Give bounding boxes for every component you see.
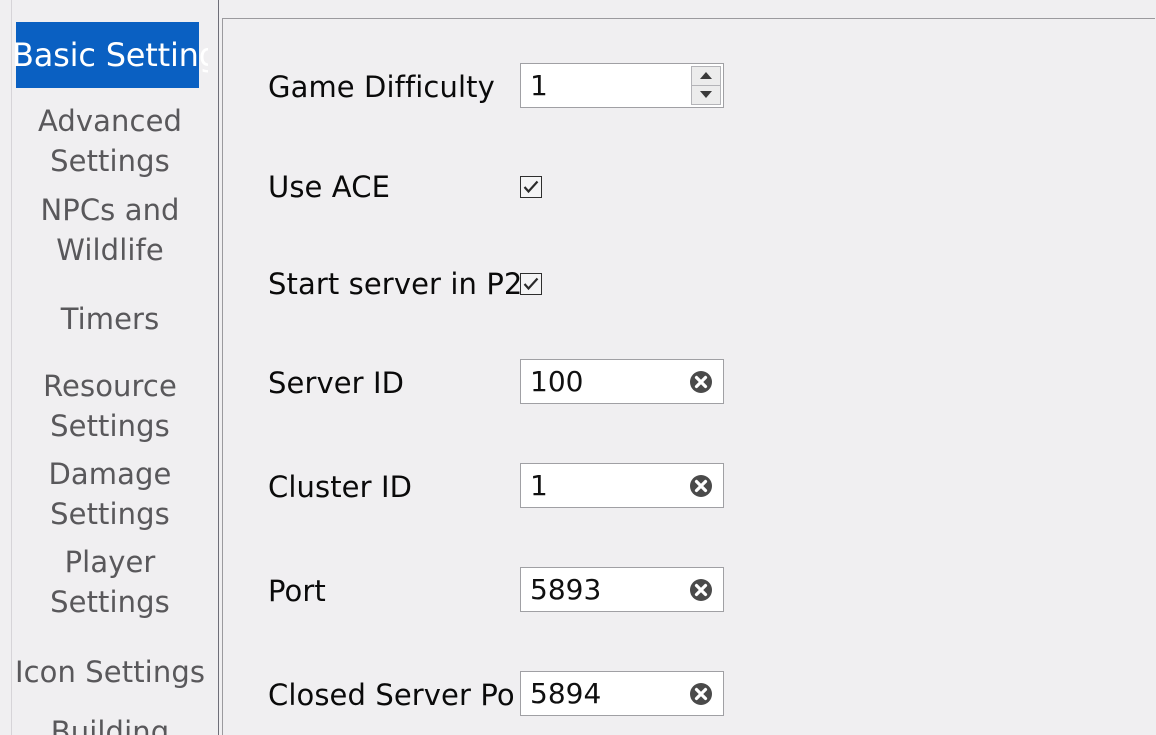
sidebar-item-damage-settings[interactable]: Damage Settings xyxy=(12,454,208,534)
port-field[interactable]: 5893 xyxy=(520,567,724,612)
label-closed-server-port: Closed Server Po xyxy=(268,671,520,719)
spinner-increment-button[interactable] xyxy=(691,66,721,86)
spinner-decrement-button[interactable] xyxy=(691,86,721,106)
server-id-clear-button[interactable] xyxy=(689,370,713,394)
label-server-id: Server ID xyxy=(268,359,520,407)
sidebar-item-icon-settings[interactable]: Icon Settings xyxy=(12,652,208,692)
sidebar-item-advanced-settings[interactable]: Advanced Settings xyxy=(12,101,208,181)
sidebar-item-npcs-and-wildlife[interactable]: NPCs and Wildlife xyxy=(12,190,208,270)
triangle-up-icon xyxy=(700,72,712,79)
game-difficulty-value: 1 xyxy=(530,64,548,107)
label-start-server-in-p2: Start server in P2 xyxy=(268,260,520,308)
sidebar-item-timers[interactable]: Timers xyxy=(12,299,208,339)
form-row-server-id: Server ID 100 xyxy=(223,359,1155,407)
clear-circle-icon xyxy=(689,370,713,394)
sidebar-item-player-settings[interactable]: Player Settings xyxy=(12,542,208,622)
server-id-field[interactable]: 100 xyxy=(520,359,724,404)
form-row-cluster-id: Cluster ID 1 xyxy=(223,463,1155,511)
port-value: 5893 xyxy=(530,568,601,611)
cluster-id-field[interactable]: 1 xyxy=(520,463,724,508)
cluster-id-value: 1 xyxy=(530,464,548,507)
use-ace-checkbox[interactable] xyxy=(520,176,542,198)
sidebar-item-basic-settings[interactable]: Basic Settings xyxy=(12,22,208,88)
sidebar-item-resource-settings[interactable]: Resource Settings xyxy=(12,366,208,446)
sidebar-nav: Basic Settings Advanced Settings NPCs an… xyxy=(0,0,219,735)
closed-server-port-clear-button[interactable] xyxy=(689,682,713,706)
cluster-id-clear-button[interactable] xyxy=(689,474,713,498)
triangle-down-icon xyxy=(700,91,712,98)
spinner-buttons xyxy=(691,66,721,105)
label-port: Port xyxy=(268,567,520,615)
checkmark-icon xyxy=(521,274,541,294)
label-game-difficulty: Game Difficulty xyxy=(268,63,520,111)
port-clear-button[interactable] xyxy=(689,578,713,602)
form-row-use-ace: Use ACE xyxy=(223,163,1155,211)
game-difficulty-spinner[interactable]: 1 xyxy=(520,63,724,108)
form-row-port: Port 5893 xyxy=(223,567,1155,615)
closed-server-port-value: 5894 xyxy=(530,672,601,715)
checkmark-icon xyxy=(521,177,541,197)
sidebar-item-building[interactable]: Building xyxy=(12,712,208,735)
label-cluster-id: Cluster ID xyxy=(268,463,520,511)
form-row-closed-server-port: Closed Server Po 5894 xyxy=(223,671,1155,719)
closed-server-port-field[interactable]: 5894 xyxy=(520,671,724,716)
start-server-in-p2-checkbox[interactable] xyxy=(520,273,542,295)
sidebar-right-divider xyxy=(218,0,219,735)
server-id-value: 100 xyxy=(530,360,583,403)
form-row-start-server-in-p2: Start server in P2 xyxy=(223,260,1155,308)
form-row-game-difficulty: Game Difficulty 1 xyxy=(223,63,1155,111)
settings-window: Basic Settings Advanced Settings NPCs an… xyxy=(0,0,1156,735)
label-use-ace: Use ACE xyxy=(268,163,520,211)
clear-circle-icon xyxy=(689,682,713,706)
clear-circle-icon xyxy=(689,578,713,602)
clear-circle-icon xyxy=(689,474,713,498)
settings-panel: Game Difficulty 1 Use ACE xyxy=(222,18,1155,735)
